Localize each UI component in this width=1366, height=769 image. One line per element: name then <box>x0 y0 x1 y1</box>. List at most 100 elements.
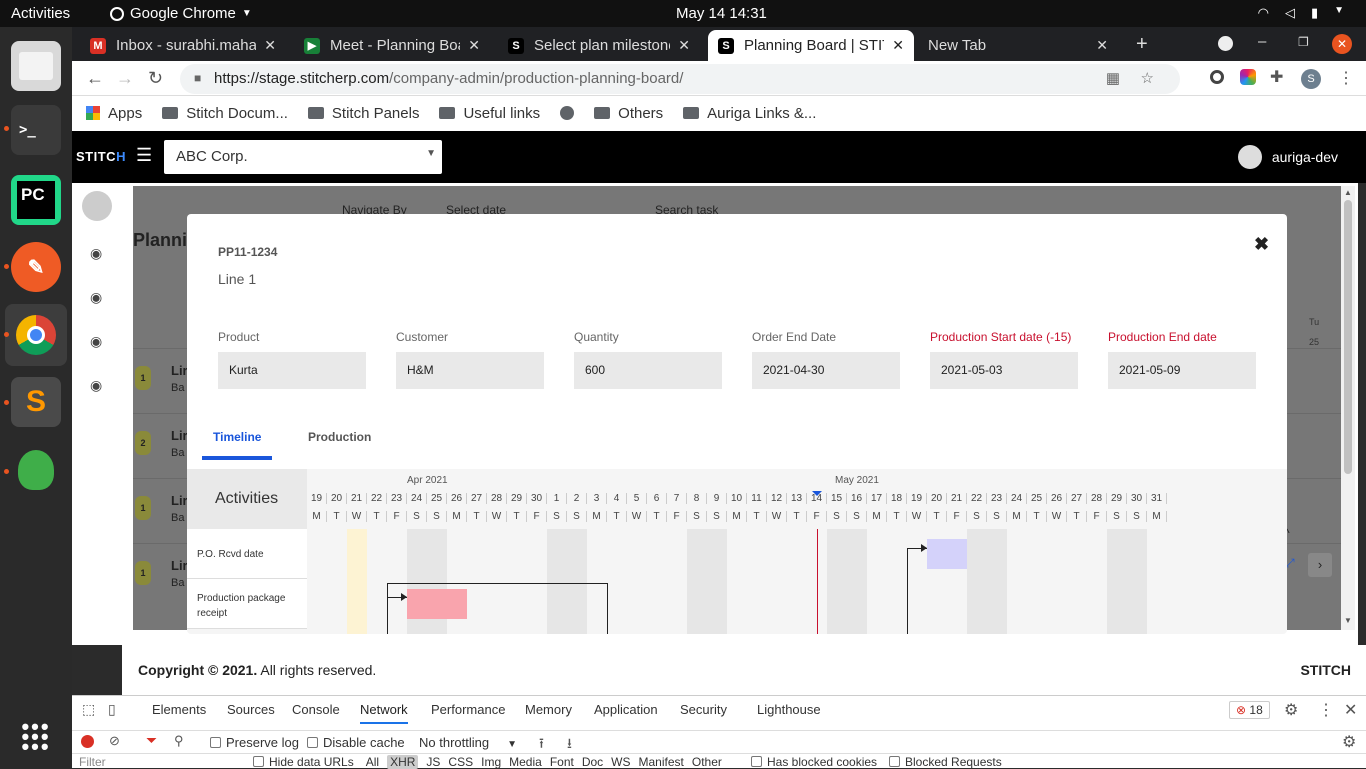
user-menu[interactable]: auriga-dev <box>1237 145 1338 169</box>
tab-close-icon[interactable]: ✕ <box>1096 37 1108 54</box>
extension-color-icon[interactable] <box>1240 69 1256 85</box>
profile-avatar[interactable]: S <box>1301 69 1321 89</box>
filter-type-js[interactable]: JS <box>426 755 440 769</box>
filter-type-hide-data-urls[interactable]: Hide data URLs <box>253 755 358 769</box>
filter-type-other[interactable]: Other <box>692 755 722 769</box>
postman-icon[interactable]: ✎ <box>11 242 61 292</box>
activities-button[interactable]: Activities <box>11 5 70 22</box>
filter-type-manifest[interactable]: Manifest <box>639 755 684 769</box>
filter-type-font[interactable]: Font <box>550 755 574 769</box>
clear-icon[interactable]: ⊘ <box>109 733 120 749</box>
close-devtools-icon[interactable]: ✕ <box>1344 700 1357 720</box>
dashboard-icon[interactable]: ◉ <box>90 377 102 394</box>
window-close-icon[interactable]: ✕ <box>1332 34 1352 54</box>
blocked-cookies-checkbox[interactable]: Has blocked cookies <box>751 755 877 769</box>
show-apps-icon[interactable]: ••• ••• ••• <box>11 712 61 762</box>
devtools-tab-elements[interactable]: Elements <box>152 702 206 717</box>
browser-tab[interactable]: S Select plan milestone ✕ <box>498 30 700 61</box>
devtools-tab-sources[interactable]: Sources <box>227 702 275 717</box>
forward-icon[interactable]: → <box>116 68 134 89</box>
clock[interactable]: May 14 14:31 <box>676 5 767 22</box>
filter-type-doc[interactable]: Doc <box>582 755 603 769</box>
record-icon[interactable] <box>81 735 94 748</box>
filter-type-xhr[interactable]: XHR <box>387 755 419 769</box>
extension-icon[interactable] <box>1210 70 1224 84</box>
dashboard-icon[interactable]: ◉ <box>90 289 102 306</box>
dashboard-icon[interactable]: ◉ <box>90 245 102 262</box>
filter-type-css[interactable]: CSS <box>448 755 473 769</box>
devtools-tab-network[interactable]: Network <box>360 702 408 724</box>
throttling-select[interactable]: No throttling ▼ <box>419 735 517 750</box>
devtools-tab-lighthouse[interactable]: Lighthouse <box>757 702 821 717</box>
scroll-thumb[interactable] <box>1344 200 1352 474</box>
url-input[interactable]: ■ https://stage.stitcherp.com/company-ad… <box>180 64 1180 94</box>
company-select[interactable]: ABC Corp. ▼ <box>164 140 442 174</box>
tab-close-icon[interactable]: ✕ <box>892 37 904 54</box>
puzzle-icon[interactable]: ✚ <box>1270 67 1283 87</box>
browser-tab[interactable]: S Planning Board | STIT ✕ <box>708 30 914 61</box>
scroll-down-arrow-icon[interactable]: ▼ <box>1344 616 1352 625</box>
robo-icon[interactable] <box>11 445 61 495</box>
files-icon[interactable] <box>11 41 61 91</box>
preserve-log-checkbox[interactable]: Preserve log <box>210 735 299 750</box>
disable-cache-checkbox[interactable]: Disable cache <box>307 735 405 750</box>
bookmark-item[interactable]: Auriga Links &... <box>683 105 816 122</box>
browser-tab[interactable]: New Tab ✕ <box>918 30 1118 61</box>
browser-tab[interactable]: M Inbox - surabhi.maha ✕ <box>80 30 286 61</box>
bookmark-item[interactable]: Apps <box>86 105 142 122</box>
hamburger-menu-icon[interactable]: ☰ <box>136 145 152 166</box>
dashboard-icon[interactable]: ◉ <box>90 333 102 350</box>
error-badge[interactable]: ⊗ 18 <box>1229 701 1270 719</box>
qr-icon[interactable]: ▦ <box>1106 69 1120 87</box>
filter-type-img[interactable]: Img <box>481 755 501 769</box>
scroll-up-arrow-icon[interactable]: ▲ <box>1344 188 1352 197</box>
bookmark-item[interactable]: Others <box>560 105 663 122</box>
more-icon[interactable]: ⋮ <box>1318 700 1334 720</box>
maximize-icon[interactable]: ❐ <box>1298 35 1309 49</box>
search-icon[interactable]: ⚲ <box>174 733 184 749</box>
filter-type-media[interactable]: Media <box>509 755 542 769</box>
import-icon[interactable]: ⭱ <box>539 733 544 757</box>
tab-close-icon[interactable]: ✕ <box>264 37 276 54</box>
tab-close-icon[interactable]: ✕ <box>678 37 690 54</box>
new-tab-icon[interactable]: + <box>1136 33 1148 56</box>
device-toggle-icon[interactable]: ▯ <box>108 701 116 718</box>
minimize-icon[interactable]: – <box>1258 33 1266 50</box>
reload-icon[interactable]: ↻ <box>148 68 163 89</box>
tab-close-icon[interactable]: ✕ <box>468 37 480 54</box>
bookmark-item[interactable]: Stitch Docum... <box>162 105 288 122</box>
devtools-tab-console[interactable]: Console <box>292 702 340 717</box>
app-menu[interactable]: Google Chrome ▼ <box>110 5 252 22</box>
sidebar-avatar[interactable] <box>82 191 112 221</box>
page-scrollbar[interactable]: ▲ ▼ <box>1341 186 1355 630</box>
system-tray[interactable]: ◠ ◁ ▮ ▼ <box>1258 5 1344 21</box>
bookmark-item[interactable]: Useful links <box>439 105 540 122</box>
filter-input[interactable]: Filter <box>79 755 106 769</box>
tab-search-icon[interactable] <box>1218 36 1233 51</box>
filter-type-all[interactable]: All <box>366 755 379 769</box>
filter-type-ws[interactable]: WS <box>611 755 630 769</box>
task-bar[interactable] <box>927 539 967 569</box>
bookmark-item[interactable]: Stitch Panels <box>307 105 419 122</box>
settings-icon[interactable]: ⚙ <box>1284 700 1298 720</box>
tab-production[interactable]: Production <box>297 420 382 460</box>
tab-timeline[interactable]: Timeline <box>202 420 273 460</box>
back-icon[interactable]: ← <box>86 68 104 89</box>
network-settings-icon[interactable]: ⚙ <box>1342 732 1356 752</box>
devtools-tab-memory[interactable]: Memory <box>525 702 572 717</box>
blocked-requests-checkbox[interactable]: Blocked Requests <box>889 755 1002 769</box>
menu-icon[interactable]: ⋮ <box>1338 68 1354 88</box>
next-icon[interactable]: › <box>1308 553 1332 577</box>
filter-icon[interactable]: ⏷ <box>146 732 157 749</box>
close-icon[interactable]: ✖ <box>1254 234 1269 255</box>
terminal-icon[interactable]: >_ <box>11 105 61 155</box>
export-icon[interactable]: ⭳ <box>567 733 572 757</box>
pycharm-icon[interactable]: PC <box>11 175 61 225</box>
chrome-dock-icon[interactable] <box>5 304 67 366</box>
devtools-tab-performance[interactable]: Performance <box>431 702 505 717</box>
devtools-tab-application[interactable]: Application <box>594 702 658 717</box>
star-icon[interactable]: ☆ <box>1141 69 1154 87</box>
stitch-logo[interactable]: STITCH <box>76 149 126 164</box>
inspect-icon[interactable]: ⬚ <box>82 701 95 718</box>
sublime-icon[interactable]: S <box>11 377 61 427</box>
